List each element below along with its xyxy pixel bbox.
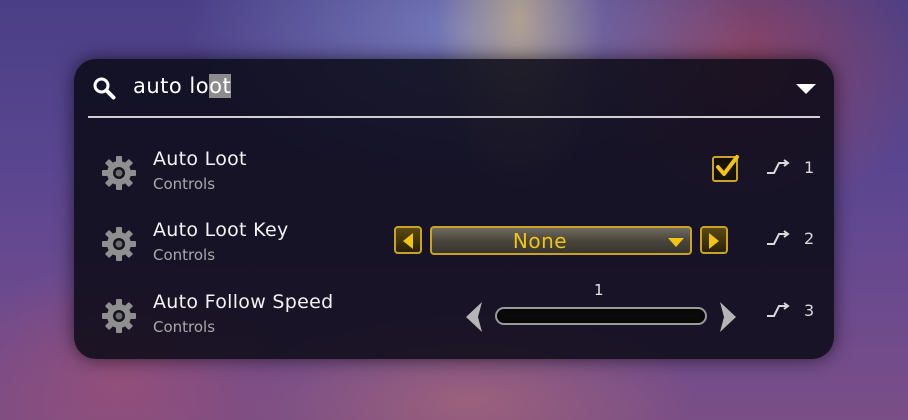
triangle-down-icon xyxy=(668,238,684,247)
auto-loot-key-dropdown[interactable]: None xyxy=(430,226,692,255)
check-icon xyxy=(716,155,739,176)
result-category: Controls xyxy=(153,175,216,193)
keybind-icon[interactable] xyxy=(766,159,792,175)
gear-icon xyxy=(102,299,136,333)
next-option-button[interactable] xyxy=(700,226,728,254)
binding-number: 3 xyxy=(804,301,815,320)
auto-follow-speed-slider[interactable] xyxy=(495,307,707,325)
slider-value-label: 1 xyxy=(594,281,604,299)
result-row-auto-loot-key[interactable]: Auto Loot Key Controls None 2 xyxy=(74,209,834,273)
binding-number: 2 xyxy=(804,229,815,248)
slider-decrease-icon[interactable] xyxy=(464,301,484,333)
result-row-auto-loot[interactable]: Auto Loot Controls 1 xyxy=(74,138,834,202)
previous-option-button[interactable] xyxy=(394,226,422,254)
result-category: Controls xyxy=(153,318,216,336)
triangle-down-icon[interactable] xyxy=(796,83,816,95)
search-divider xyxy=(88,116,820,118)
arrow-right-icon xyxy=(709,233,719,249)
result-row-auto-follow-speed[interactable]: Auto Follow Speed Controls 1 3 xyxy=(74,281,834,345)
keybind-icon[interactable] xyxy=(766,302,792,318)
search-bar[interactable]: auto loot xyxy=(74,59,834,117)
binding-number: 1 xyxy=(804,158,815,177)
search-input[interactable]: auto loot xyxy=(133,74,232,98)
result-category: Controls xyxy=(153,246,216,264)
gear-icon xyxy=(102,156,136,190)
gear-icon xyxy=(102,227,136,261)
result-title: Auto Loot Key xyxy=(153,219,289,241)
arrow-left-icon xyxy=(403,233,413,249)
auto-loot-checkbox[interactable] xyxy=(712,155,739,182)
search-query-text: auto lo xyxy=(133,74,210,98)
dropdown-selected-value: None xyxy=(512,229,568,253)
keybind-icon[interactable] xyxy=(766,230,792,246)
slider-increase-icon[interactable] xyxy=(718,301,738,333)
result-title: Auto Loot xyxy=(153,148,247,170)
search-query-selection: ot xyxy=(209,74,232,98)
settings-search-panel: auto loot Auto Loot Controls 1 Auto Loot… xyxy=(74,59,834,359)
result-title: Auto Follow Speed xyxy=(153,291,334,313)
search-icon xyxy=(93,77,116,100)
